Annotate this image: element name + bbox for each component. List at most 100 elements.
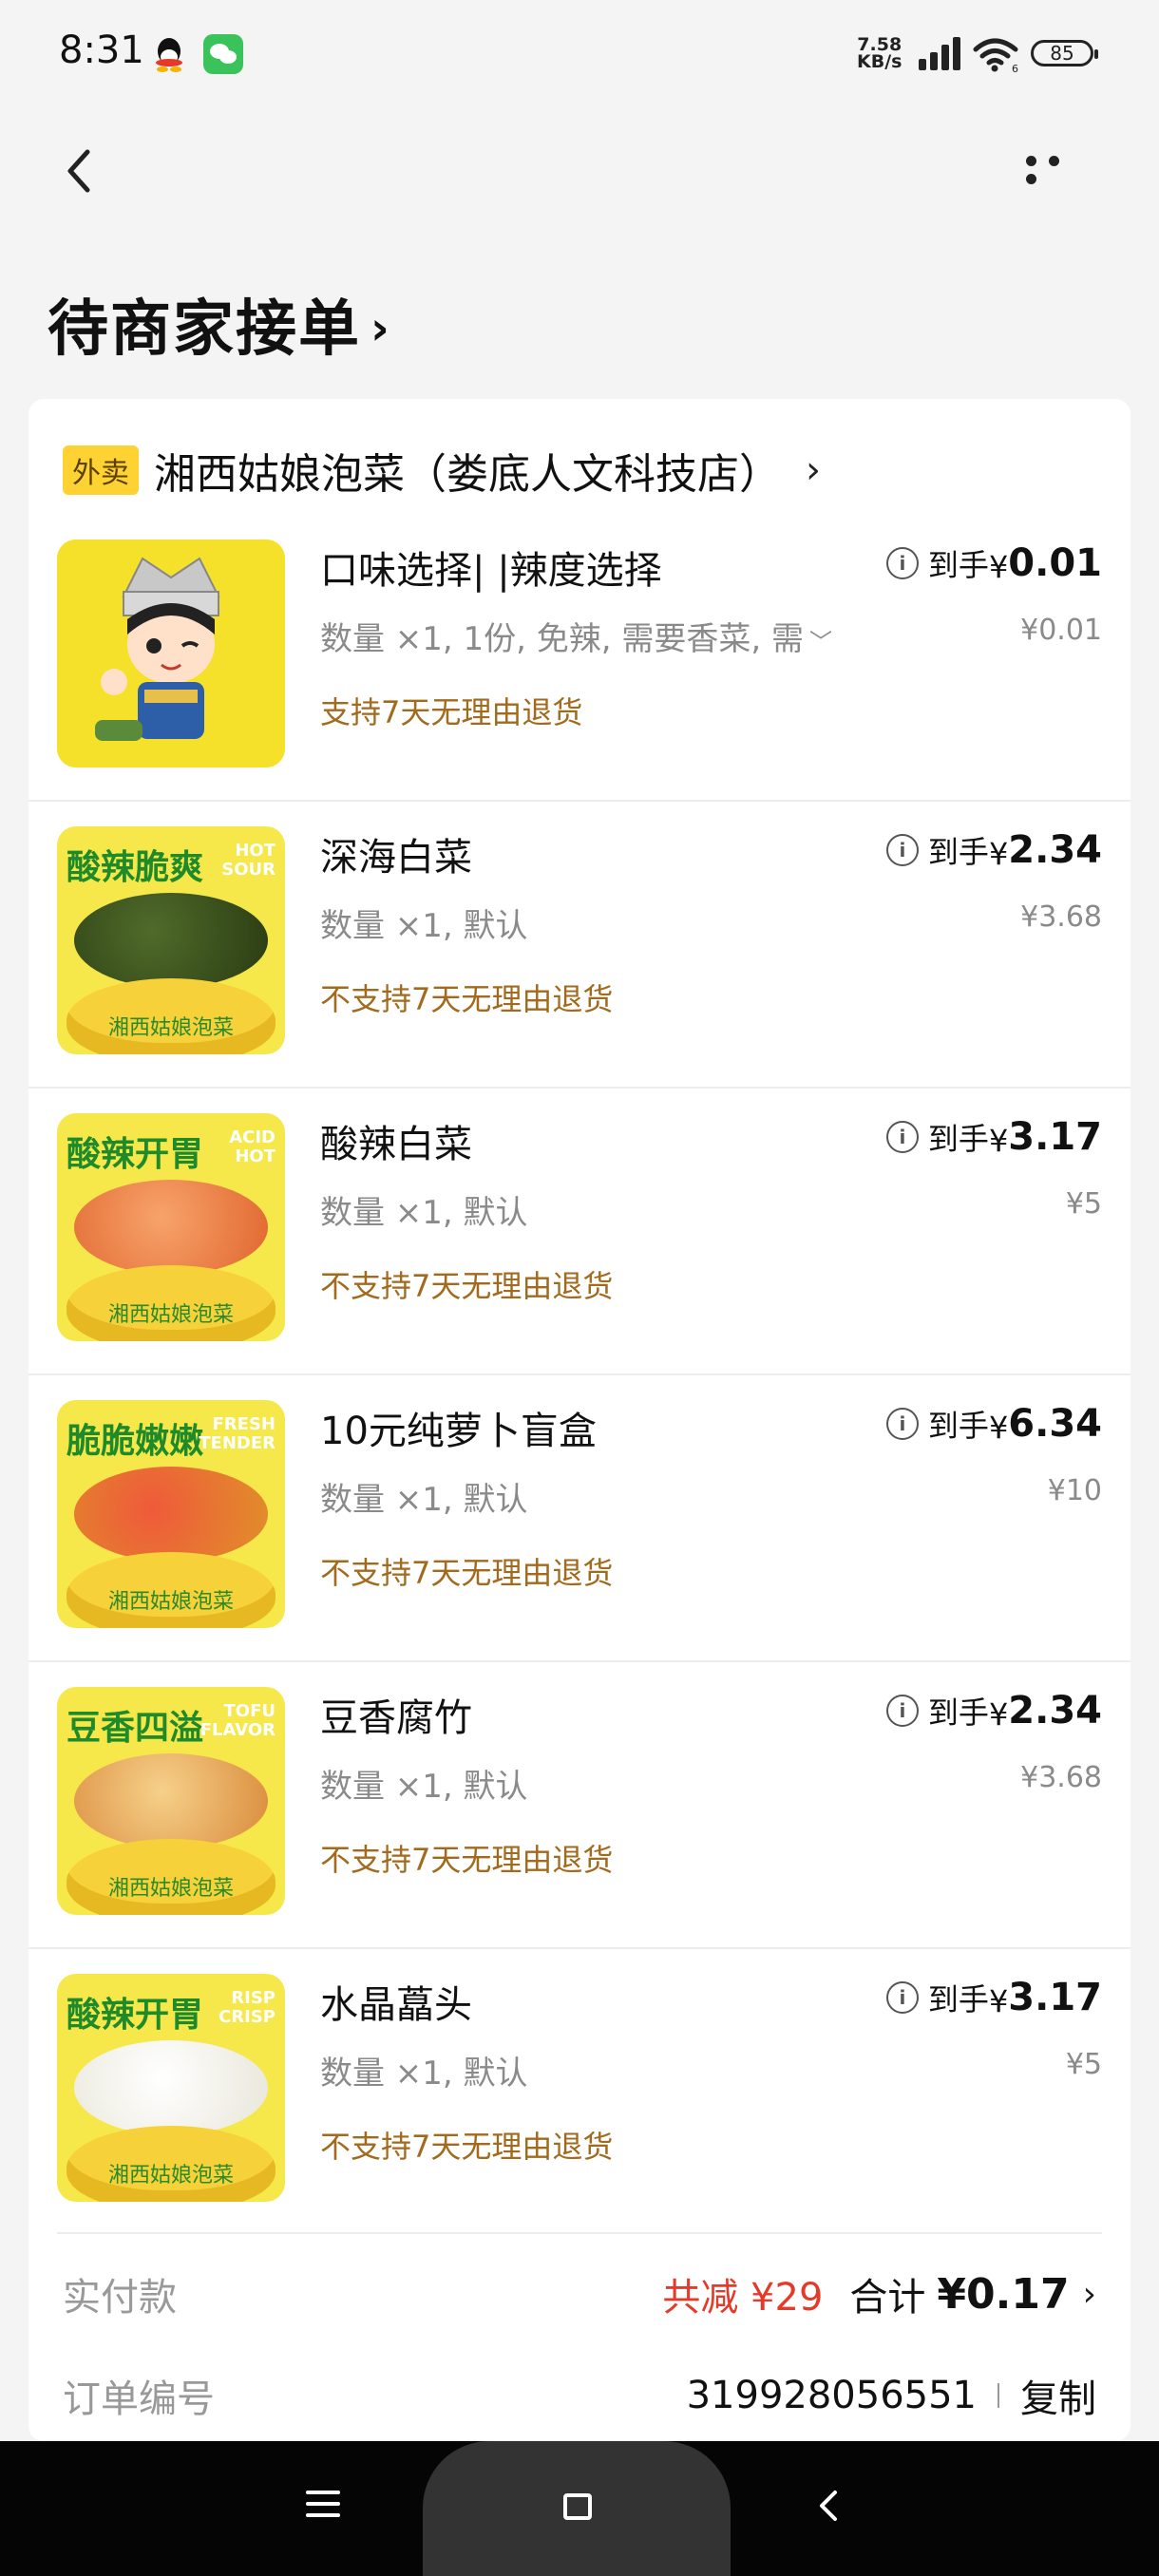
product-thumbnail[interactable]: 豆香四溢 TOFU FLAVOR 湘西姑娘泡菜	[57, 1687, 285, 1915]
divider	[28, 800, 1130, 802]
product-name: 豆香腐竹	[320, 1696, 472, 1740]
food-image	[74, 893, 268, 988]
product-name: 深海白菜	[320, 836, 472, 880]
price-symbol: ¥	[988, 1983, 1009, 2019]
network-speed: 7.58 KB/s	[857, 36, 902, 71]
total-label: 合计	[849, 2276, 926, 2320]
product-thumbnail[interactable]: 酸辣开胃 ACID HOT 湘西姑娘泡菜	[57, 1113, 285, 1341]
price-symbol: ¥	[988, 1696, 1009, 1733]
thumb-brand: 湘西姑娘泡菜	[107, 2164, 234, 2188]
original-price: ¥10	[1047, 1474, 1102, 1507]
price-prefix: 到手	[927, 1121, 989, 1157]
battery-icon: 85	[1031, 40, 1098, 66]
food-image	[74, 2040, 268, 2135]
thumb-english: HOT SOUR	[221, 841, 276, 880]
order-status-title[interactable]: 待商家接单 ›	[48, 280, 391, 368]
wifi-icon: 6	[973, 38, 1018, 74]
info-icon[interactable]: i	[885, 1121, 919, 1153]
thumb-ribbon: 脆脆嫩嫩	[66, 1422, 204, 1461]
thumb-brand: 湘西姑娘泡菜	[107, 1016, 234, 1040]
final-price[interactable]: i 到手 ¥3.17	[885, 1115, 1102, 1159]
return-policy: 支持7天无理由退货	[320, 694, 583, 730]
price-prefix: 到手	[927, 834, 989, 870]
chevron-right-icon: ›	[1082, 2274, 1096, 2314]
info-icon[interactable]: i	[885, 547, 919, 579]
product-specs: 数量 ×1, 默认	[320, 1481, 528, 1519]
price-symbol: ¥	[988, 836, 1009, 872]
final-price[interactable]: i 到手 ¥2.34	[885, 1689, 1102, 1733]
divider	[28, 1947, 1130, 1949]
product-name: 水晶藠头	[320, 1983, 472, 2027]
return-policy: 不支持7天无理由退货	[320, 981, 614, 1017]
payment-row[interactable]: 实付款 共减 ¥29 合计 ¥0.17 ›	[63, 2246, 1096, 2341]
price-symbol: ¥	[988, 549, 1009, 585]
info-icon[interactable]: i	[885, 1695, 919, 1727]
product-thumbnail[interactable]: 酸辣脆爽 HOT SOUR 湘西姑娘泡菜	[57, 826, 285, 1054]
thumb-ribbon: 酸辣开胃	[66, 1135, 204, 1174]
return-policy: 不支持7天无理由退货	[320, 1268, 614, 1304]
info-icon[interactable]: i	[885, 1408, 919, 1440]
system-back-button[interactable]	[814, 2487, 843, 2525]
order-number-row: 订单编号 319928056551 复制	[63, 2348, 1096, 2443]
return-policy: 不支持7天无理由退货	[320, 1842, 614, 1878]
product-specs-text: 数量 ×1, 1份, 免辣, 需要香菜, 需	[320, 620, 805, 658]
divider	[57, 2232, 1102, 2234]
wechat-icon	[203, 34, 243, 74]
price-value: 0.01	[1008, 541, 1102, 585]
signal-icon	[919, 37, 960, 70]
divider	[28, 1660, 1130, 1662]
back-button[interactable]	[59, 142, 101, 199]
original-price: ¥0.01	[1020, 614, 1102, 647]
order-item[interactable]: 豆香四溢 TOFU FLAVOR 湘西姑娘泡菜 豆香腐竹 数量 ×1, 默认 不…	[28, 1660, 1130, 1947]
final-price[interactable]: i 到手 ¥3.17	[885, 1976, 1102, 2019]
menu-icon[interactable]	[306, 2491, 340, 2525]
order-item[interactable]: 酸辣脆爽 HOT SOUR 湘西姑娘泡菜 深海白菜 数量 ×1, 默认 不支持7…	[28, 800, 1130, 1087]
food-image	[74, 1753, 268, 1848]
info-icon[interactable]: i	[885, 834, 919, 866]
thumb-ribbon: 酸辣脆爽	[66, 848, 204, 887]
discount-amount: 共减 ¥29	[662, 2276, 824, 2320]
price-prefix: 到手	[927, 1695, 989, 1731]
product-specs[interactable]: 数量 ×1, 1份, 免辣, 需要香菜, 需 ﹀	[320, 613, 832, 659]
return-policy: 不支持7天无理由退货	[320, 2129, 614, 2165]
divider	[28, 1373, 1130, 1375]
order-item[interactable]: 酸辣开胃 RISP CRISP 湘西姑娘泡菜 水晶藠头 数量 ×1, 默认 不支…	[28, 1947, 1130, 2234]
store-header[interactable]: 外卖 湘西姑娘泡菜（娄底人文科技店） ›	[63, 427, 821, 513]
product-thumbnail[interactable]: 脆脆嫩嫩 FRESH TENDER 湘西姑娘泡菜	[57, 1400, 285, 1628]
home-button[interactable]	[563, 2493, 592, 2520]
qq-icon	[156, 38, 182, 72]
original-price: ¥5	[1065, 2048, 1102, 2081]
final-price[interactable]: i 到手 ¥0.01	[885, 541, 1102, 585]
food-image	[74, 1180, 268, 1275]
thumb-english: ACID HOT	[229, 1127, 276, 1166]
price-value: 2.34	[1008, 828, 1102, 872]
svg-text:6: 6	[1012, 63, 1018, 74]
thumb-brand: 湘西姑娘泡菜	[107, 1590, 234, 1614]
price-prefix: 到手	[927, 1981, 989, 2017]
copy-button[interactable]: 复制	[1020, 2368, 1096, 2423]
thumb-english: RISP CRISP	[218, 1988, 276, 2027]
top-nav	[0, 114, 1159, 228]
order-item[interactable]: 口味选择| |辣度选择 数量 ×1, 1份, 免辣, 需要香菜, 需 ﹀ 支持7天…	[28, 513, 1130, 800]
final-price[interactable]: i 到手 ¥6.34	[885, 1402, 1102, 1446]
product-thumbnail[interactable]	[57, 540, 285, 767]
chevron-right-icon: ›	[806, 448, 821, 492]
mascot-image	[57, 540, 285, 767]
final-price[interactable]: i 到手 ¥2.34	[885, 828, 1102, 872]
product-specs: 数量 ×1, 默认	[320, 2055, 528, 2093]
status-time: 8:31	[59, 28, 144, 72]
order-item[interactable]: 脆脆嫩嫩 FRESH TENDER 湘西姑娘泡菜 10元纯萝卜盲盒 数量 ×1,…	[28, 1373, 1130, 1660]
original-price: ¥3.68	[1020, 900, 1102, 934]
product-thumbnail[interactable]: 酸辣开胃 RISP CRISP 湘西姑娘泡菜	[57, 1974, 285, 2202]
price-prefix: 到手	[927, 1408, 989, 1444]
price-value: 2.34	[1008, 1689, 1102, 1733]
more-options-button[interactable]	[1026, 152, 1092, 184]
thumb-ribbon: 酸辣开胃	[66, 1996, 204, 2035]
original-price: ¥3.68	[1020, 1761, 1102, 1794]
order-item[interactable]: 酸辣开胃 ACID HOT 湘西姑娘泡菜 酸辣白菜 数量 ×1, 默认 不支持7…	[28, 1087, 1130, 1373]
product-name: 口味选择| |辣度选择	[320, 549, 662, 593]
price-value: 3.17	[1008, 1115, 1102, 1159]
chevron-down-icon: ﹀	[809, 629, 833, 655]
info-icon[interactable]: i	[885, 1981, 919, 2014]
order-card: 外卖 湘西姑娘泡菜（娄底人文科技店） › 口味选择| |辣度选择 数量 ×1, …	[28, 399, 1130, 2441]
